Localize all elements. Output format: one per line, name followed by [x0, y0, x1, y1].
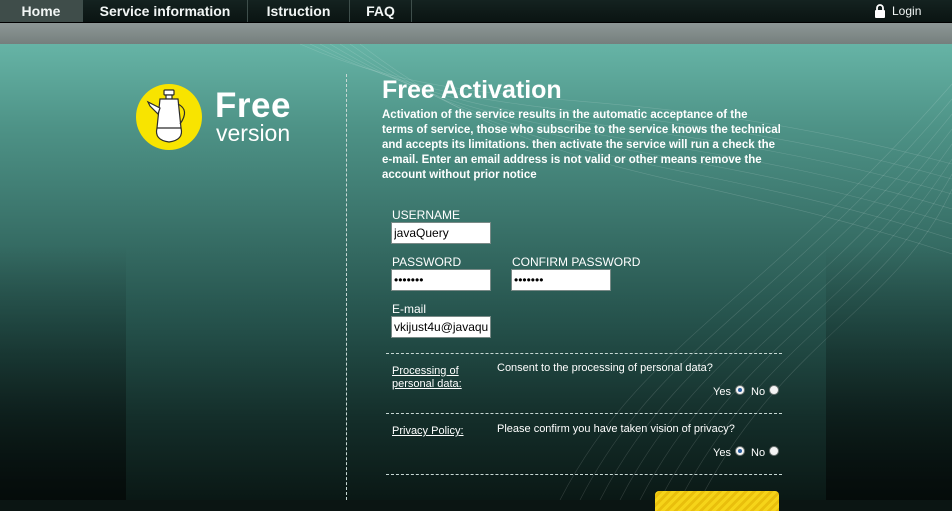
- privacy-no-radio[interactable]: [769, 446, 779, 456]
- top-navigation: Home Service information Istruction FAQ …: [0, 0, 952, 23]
- divider-3: [386, 474, 782, 475]
- privacy-question: Please confirm you have taken vision of …: [497, 423, 735, 435]
- privacy-yes-radio[interactable]: [735, 446, 745, 456]
- password-input[interactable]: [391, 269, 491, 291]
- username-label: USERNAME: [392, 208, 461, 222]
- processing-no-label: No: [751, 386, 766, 398]
- login-label: Login: [892, 4, 922, 18]
- privacy-yes-label: Yes: [713, 447, 731, 459]
- page-title: Free Activation: [382, 76, 562, 104]
- activation-description: Activation of the service results in the…: [382, 109, 781, 181]
- vertical-divider: [346, 74, 347, 500]
- confirm-password-label: CONFIRM PASSWORD: [512, 255, 641, 269]
- processing-yes-label: Yes: [713, 386, 731, 398]
- lock-icon: [875, 4, 885, 18]
- username-input[interactable]: [391, 222, 491, 244]
- nav-istruction[interactable]: Istruction: [248, 0, 350, 22]
- email-input[interactable]: [391, 316, 491, 338]
- divider-1: [386, 353, 782, 354]
- processing-no-radio[interactable]: [769, 385, 779, 395]
- login-link[interactable]: Login: [872, 0, 952, 22]
- confirm-password-input[interactable]: [511, 269, 611, 291]
- nav-service-information[interactable]: Service information: [83, 0, 248, 22]
- nav-home[interactable]: Home: [0, 0, 83, 22]
- sub-bar: [0, 23, 952, 44]
- processing-personal-data-link[interactable]: Processing of personal data:: [392, 365, 472, 391]
- nav-faq[interactable]: FAQ: [350, 0, 412, 22]
- left-shadow: [0, 244, 126, 500]
- password-label: PASSWORD: [392, 255, 462, 269]
- submit-button[interactable]: [655, 491, 779, 511]
- privacy-no-label: No: [751, 447, 766, 459]
- email-label: E-mail: [392, 302, 427, 316]
- privacy-policy-link[interactable]: Privacy Policy:: [392, 425, 464, 438]
- processing-yes-radio[interactable]: [735, 385, 745, 395]
- divider-2: [386, 413, 782, 414]
- processing-question: Consent to the processing of personal da…: [497, 362, 713, 374]
- logo-version: version: [216, 120, 291, 146]
- teapot-icon: [136, 84, 202, 150]
- right-shadow: [826, 244, 952, 500]
